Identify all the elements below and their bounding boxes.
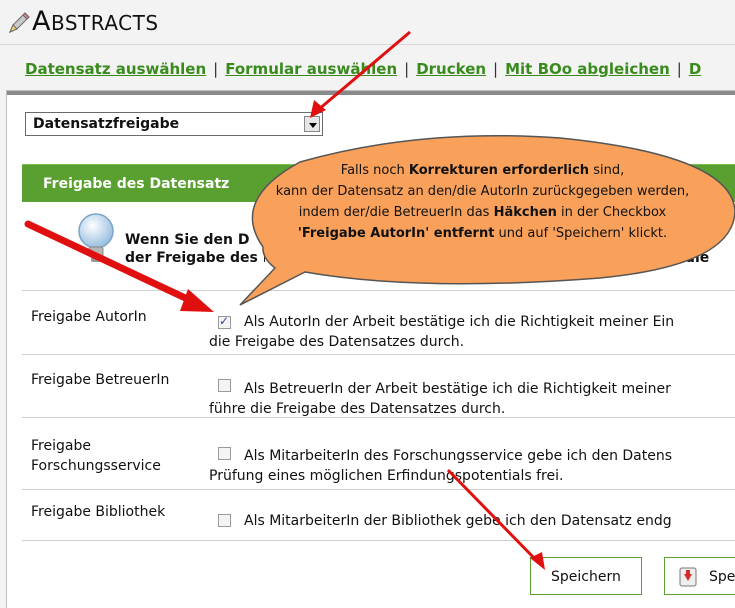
section-title: Freigabe des Datensatz bbox=[43, 176, 230, 192]
row-desc-line-1: Als BetreuerIn der Arbeit bestätige ich … bbox=[244, 381, 671, 397]
row-desc-line-1: Als AutorIn der Arbeit bestätige ich die… bbox=[244, 314, 675, 330]
info-text-left: Wenn Sie den D der Freigabe des D bbox=[125, 231, 265, 267]
save-and-close-label: Spe bbox=[709, 569, 735, 585]
callout-line-1-end: sind, bbox=[589, 163, 625, 178]
row-desc-line-2: Prüfung eines möglichen Erfindungspotent… bbox=[209, 468, 564, 484]
nav-separator: | bbox=[213, 60, 219, 78]
nav-link-datensatz-auswaehlen[interactable]: Datensatz auswählen bbox=[25, 60, 206, 78]
row-description: Als MitarbeiterIn des Forschungsservice … bbox=[209, 446, 735, 486]
select-value: Datensatzfreigabe bbox=[33, 116, 180, 132]
page-header: ABSTRACTS Datensatz auswählen | Formular a… bbox=[0, 0, 735, 85]
form-select-dropdown[interactable]: Datensatzfreigabe bbox=[25, 112, 323, 136]
release-row-betreuerin: Freigabe BetreuerIn Als BetreuerIn der A… bbox=[22, 354, 735, 418]
row-description: Als MitarbeiterIn der Bibliothek gebe ic… bbox=[209, 511, 735, 531]
row-description: Als AutorIn der Arbeit bestätige ich die… bbox=[209, 312, 735, 352]
save-button-label: Speichern bbox=[551, 569, 621, 585]
callout-bold-4: 'Freigabe AutorIn' entfernt bbox=[297, 226, 495, 241]
lightbulb-icon bbox=[78, 213, 114, 262]
info-right-line-2: uf die bbox=[664, 250, 710, 266]
callout-bold-1: Korrekturen erforderlich bbox=[408, 163, 590, 178]
callout-line-4-end: und auf 'Speichern' klickt. bbox=[494, 226, 668, 241]
row-label-line-1: Freigabe bbox=[31, 438, 91, 454]
row-label-line-2: Forschungsservice bbox=[31, 458, 161, 474]
callout-text: Falls noch Korrekturen erforderlich sind… bbox=[250, 160, 715, 244]
nav-separator: | bbox=[676, 60, 682, 78]
row-desc-line-1: Als MitarbeiterIn der Bibliothek gebe ic… bbox=[244, 513, 672, 529]
callout-bold-3: Häkchen bbox=[493, 205, 557, 220]
row-desc-line-2: führe die Freigabe des Datensatzes durch… bbox=[209, 401, 506, 417]
save-button[interactable]: Speichern bbox=[530, 557, 642, 595]
page-title: ABSTRACTS bbox=[32, 6, 159, 37]
save-download-icon bbox=[679, 567, 697, 587]
title-rest: BSTRACTS bbox=[50, 11, 159, 35]
nav-link-formular-auswaehlen[interactable]: Formular auswählen bbox=[225, 60, 397, 78]
info-line-2: der Freigabe des D bbox=[125, 250, 265, 266]
nav-bar: Datensatz auswählen | Formular auswählen | D… bbox=[25, 60, 701, 78]
nav-link-truncated[interactable]: D bbox=[689, 60, 701, 78]
nav-link-mit-boo-abgleichen[interactable]: Mit BOo abgleichen bbox=[505, 60, 670, 78]
save-and-close-button[interactable]: Spe bbox=[664, 557, 735, 595]
nav-link-drucken[interactable]: Drucken bbox=[416, 60, 486, 78]
row-desc-line-1: Als MitarbeiterIn des Forschungsservice … bbox=[244, 448, 673, 464]
callout-line-1: Falls noch bbox=[340, 163, 409, 178]
nav-separator: | bbox=[404, 60, 410, 78]
release-row-forschungsservice: Freigabe Forschungsservice Als Mitarbeit… bbox=[22, 417, 735, 490]
info-line-1: Wenn Sie den D bbox=[125, 232, 250, 248]
pencil-icon bbox=[9, 12, 30, 33]
row-label: Freigabe BetreuerIn bbox=[31, 372, 170, 388]
callout-line-3-end: in der Checkbox bbox=[556, 205, 667, 220]
release-row-bibliothek: Freigabe Bibliothek Als MitarbeiterIn de… bbox=[22, 489, 735, 541]
row-label: Freigabe Forschungsservice bbox=[31, 436, 161, 476]
nav-separator: | bbox=[493, 60, 499, 78]
row-label: Freigabe AutorIn bbox=[31, 309, 147, 325]
title-initial: A bbox=[32, 6, 51, 37]
callout-line-3: indem der/die BetreuerIn das bbox=[298, 205, 494, 220]
row-desc-line-2: die Freigabe des Datensatzes durch. bbox=[209, 334, 465, 350]
chevron-down-icon[interactable] bbox=[304, 116, 320, 132]
row-label: Freigabe Bibliothek bbox=[31, 504, 166, 520]
panel-top-border bbox=[7, 91, 735, 95]
callout-line-2: kann der Datensatz an den/die AutorIn zu… bbox=[275, 184, 690, 199]
release-row-autorin: Freigabe AutorIn Als AutorIn der Arbeit … bbox=[22, 290, 735, 354]
header-divider bbox=[0, 44, 735, 45]
row-description: Als BetreuerIn der Arbeit bestätige ich … bbox=[209, 379, 735, 419]
